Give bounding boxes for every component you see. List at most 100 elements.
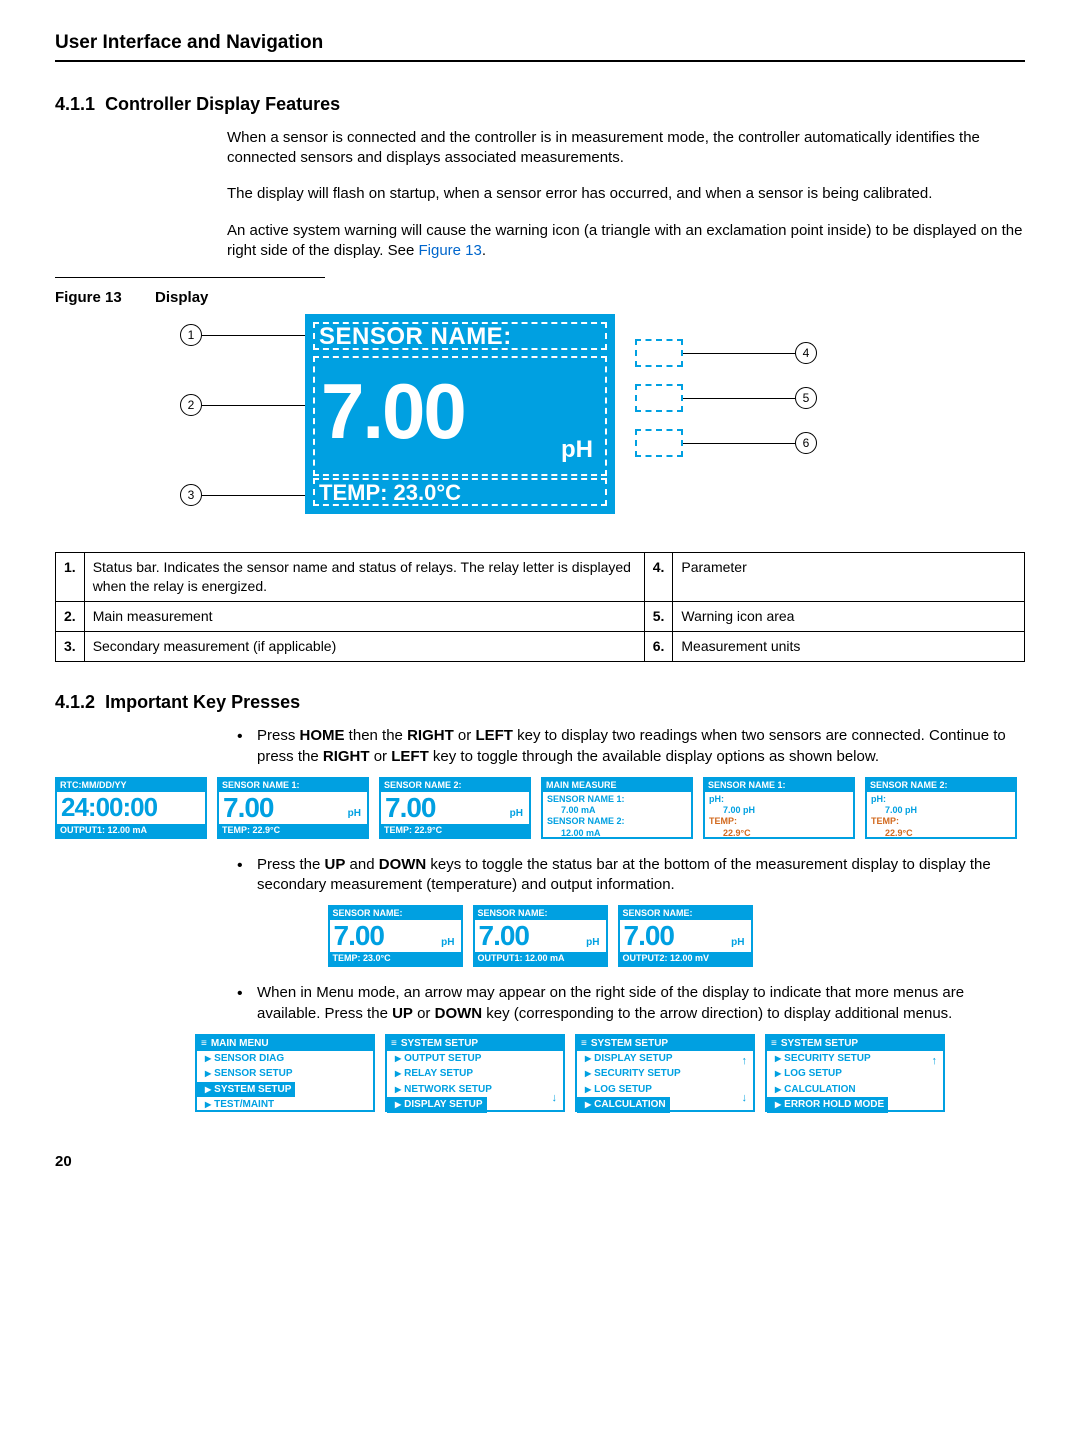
- callout-2: 2: [180, 394, 202, 416]
- bullet-2: Press the UP and DOWN keys to toggle the…: [227, 855, 1025, 896]
- legend-1-num: 1.: [56, 553, 85, 602]
- section-411-title: Controller Display Features: [105, 94, 340, 114]
- callout-5: 5: [795, 387, 817, 409]
- arrow-up-icon: ↑: [932, 1054, 938, 1069]
- legend-6-text: Measurement units: [673, 632, 1025, 662]
- mini-botbar: TEMP: 22.9°C: [381, 824, 529, 837]
- side-box-6: [635, 429, 683, 457]
- callout-4: 4: [795, 342, 817, 364]
- mini-unit: pH: [731, 936, 744, 950]
- legend-4-text: Parameter: [673, 553, 1025, 602]
- section-412: 4.1.2 Important Key Presses: [55, 690, 1025, 714]
- controller-display: SENSOR NAME: 7.00 pH TEMP: 23.0°C: [305, 314, 615, 514]
- callout-1-line: [202, 335, 305, 336]
- b2b: and: [345, 856, 378, 873]
- menu-display: MAIN MENUSENSOR DIAGSENSOR SETUPSYSTEM S…: [195, 1034, 375, 1112]
- b3b: key (corresponding to the arrow directio…: [482, 1005, 952, 1022]
- s411-p2: The display will flash on startup, when …: [227, 184, 1025, 204]
- menu-item: NETWORK SETUP: [387, 1082, 563, 1098]
- menu-item: SENSOR DIAG: [197, 1051, 373, 1067]
- b3or: or: [413, 1005, 435, 1022]
- callout-3: 3: [180, 484, 202, 506]
- s411-p3a: An active system warning will cause the …: [227, 222, 1022, 259]
- mini-topbar: SENSOR NAME:: [330, 907, 461, 920]
- callout-2-line: [202, 405, 305, 406]
- mini-displays-row-1: RTC:MM/DD/YY24:00:00OUTPUT1: 12.00 mASEN…: [55, 777, 1025, 839]
- key-right: RIGHT: [407, 727, 454, 744]
- legend-2-num: 2.: [56, 602, 85, 632]
- legend-1-text: Status bar. Indicates the sensor name an…: [84, 553, 644, 602]
- mini-unit: pH: [441, 936, 454, 950]
- mini-topbar: SENSOR NAME 1:: [705, 779, 853, 792]
- mini-lines: SENSOR NAME 1:7.00 mASENSOR NAME 2:12.00…: [543, 792, 691, 839]
- menu-display: SYSTEM SETUPSECURITY SETUPLOG SETUPCALCU…: [765, 1034, 945, 1112]
- figure-13: SENSOR NAME: 7.00 pH TEMP: 23.0°C 1 2 3 …: [105, 314, 865, 544]
- figure-13-link[interactable]: Figure 13: [419, 242, 482, 259]
- mini-unit: pH: [348, 807, 361, 821]
- b2a: Press the: [257, 856, 325, 873]
- key-down-2: DOWN: [435, 1005, 483, 1022]
- figure-label: Figure 13: [55, 289, 122, 306]
- mini-display: SENSOR NAME 1:7.00pHTEMP: 22.9°C: [217, 777, 369, 839]
- key-down: DOWN: [379, 856, 427, 873]
- title-rule: [55, 60, 1025, 62]
- menu-display: SYSTEM SETUPOUTPUT SETUPRELAY SETUPNETWO…: [385, 1034, 565, 1112]
- menu-header: SYSTEM SETUP: [577, 1036, 753, 1051]
- key-home: HOME: [300, 727, 345, 744]
- legend-3-text: Secondary measurement (if applicable): [84, 632, 644, 662]
- display-main-area: 7.00 pH: [313, 356, 607, 476]
- menu-item: LOG SETUP: [767, 1066, 943, 1082]
- menu-header: SYSTEM SETUP: [767, 1036, 943, 1051]
- display-unit: pH: [561, 434, 593, 466]
- display-status-bar: SENSOR NAME:: [313, 322, 607, 350]
- mini-display: SENSOR NAME:7.00pHOUTPUT1: 12.00 mA: [473, 905, 608, 967]
- mini-display: SENSOR NAME 2:pH:7.00 pHTEMP:22.9°C: [865, 777, 1017, 839]
- menu-item-selected: DISPLAY SETUP: [387, 1097, 487, 1113]
- mini-value: 7.00: [381, 792, 529, 822]
- figure-caption-rule: [55, 277, 325, 278]
- section-412-title: Important Key Presses: [105, 692, 300, 712]
- side-box-5: [635, 384, 683, 412]
- menu-item: DISPLAY SETUP: [577, 1051, 753, 1067]
- menu-item: LOG SETUP: [577, 1082, 753, 1098]
- callout-6: 6: [795, 432, 817, 454]
- mini-topbar: SENSOR NAME 2:: [381, 779, 529, 792]
- mini-topbar: SENSOR NAME 2:: [867, 779, 1015, 792]
- arrow-down-icon: ↓: [742, 1091, 748, 1106]
- menu-display: SYSTEM SETUPDISPLAY SETUPSECURITY SETUPL…: [575, 1034, 755, 1112]
- legend-6-num: 6.: [644, 632, 673, 662]
- mini-botbar: OUTPUT1: 12.00 mA: [57, 824, 205, 837]
- page-title: User Interface and Navigation: [55, 30, 1025, 56]
- s411-p3b: .: [482, 242, 486, 259]
- mini-unit: pH: [586, 936, 599, 950]
- mini-display: SENSOR NAME 1:pH:7.00 pHTEMP:22.9°C: [703, 777, 855, 839]
- b1e: key to toggle through the available disp…: [429, 748, 879, 765]
- menu-item: SECURITY SETUP: [767, 1051, 943, 1067]
- b1b: then the: [345, 727, 408, 744]
- section-411-num: 4.1.1: [55, 94, 95, 114]
- callout-5-line: [683, 398, 795, 399]
- key-left: LEFT: [475, 727, 513, 744]
- mini-botbar: OUTPUT1: 12.00 mA: [475, 952, 606, 965]
- figure-title: Display: [155, 289, 208, 306]
- mini-topbar: SENSOR NAME:: [620, 907, 751, 920]
- mini-display: SENSOR NAME:7.00pHOUTPUT2: 12.00 mV: [618, 905, 753, 967]
- display-secondary: TEMP: 23.0°C: [313, 478, 607, 506]
- legend-5-num: 5.: [644, 602, 673, 632]
- section-411: 4.1.1 Controller Display Features: [55, 92, 1025, 116]
- display-main-value: 7.00: [321, 372, 465, 450]
- b1c: or: [454, 727, 476, 744]
- legend-3-num: 3.: [56, 632, 85, 662]
- mini-display: SENSOR NAME 2:7.00pHTEMP: 22.9°C: [379, 777, 531, 839]
- menu-header: MAIN MENU: [197, 1036, 373, 1051]
- menu-item-selected: ERROR HOLD MODE: [767, 1097, 888, 1113]
- menu-item: OUTPUT SETUP: [387, 1051, 563, 1067]
- menu-item: SECURITY SETUP: [577, 1066, 753, 1082]
- key-right-2: RIGHT: [323, 748, 370, 765]
- menu-item-selected: CALCULATION: [577, 1097, 670, 1113]
- mini-value: 24:00:00: [57, 792, 205, 820]
- legend-5-text: Warning icon area: [673, 602, 1025, 632]
- arrow-down-icon: ↓: [552, 1091, 558, 1106]
- mini-topbar: SENSOR NAME:: [475, 907, 606, 920]
- bullet-1: Press HOME then the RIGHT or LEFT key to…: [227, 726, 1025, 767]
